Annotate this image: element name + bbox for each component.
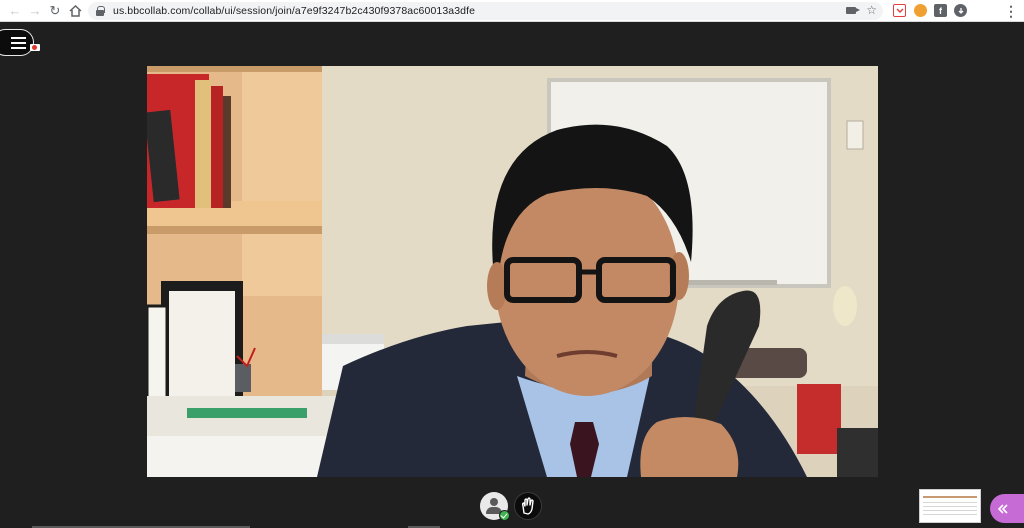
session-menu-button[interactable] <box>0 29 34 56</box>
raise-hand-icon <box>521 497 534 515</box>
cookie-icon[interactable] <box>914 4 927 17</box>
raise-hand-button[interactable] <box>514 492 542 520</box>
participant-video <box>147 66 878 477</box>
url-text[interactable]: us.bbcollab.com/collab/ui/session/join/a… <box>113 5 475 17</box>
reload-icon[interactable]: ↻ <box>47 3 63 19</box>
star-icon[interactable]: ☆ <box>866 4 877 16</box>
kebab-menu-icon[interactable]: ⋮ <box>1003 3 1019 19</box>
avatar-status-icon <box>490 498 498 506</box>
pocket-icon[interactable] <box>893 4 906 17</box>
home-glyph <box>68 5 82 17</box>
address-bar[interactable]: us.bbcollab.com/collab/ui/session/join/a… <box>88 2 883 20</box>
browser-toolbar: ← → ↻ us.bbcollab.com/collab/ui/session/… <box>0 0 1024 22</box>
thumbnail-preview <box>923 496 977 515</box>
content-thumbnail[interactable] <box>919 489 981 523</box>
hamburger-line <box>11 42 26 44</box>
recording-icon <box>30 44 40 51</box>
camera-icon[interactable] <box>846 6 861 14</box>
hamburger-line <box>11 47 26 49</box>
check-icon <box>499 510 510 521</box>
forward-icon[interactable]: → <box>27 3 43 19</box>
back-icon[interactable]: ← <box>7 3 23 19</box>
my-status-button[interactable] <box>480 492 510 521</box>
lock-icon <box>96 6 105 16</box>
open-panel-button[interactable] <box>990 494 1024 523</box>
home-icon[interactable] <box>67 3 83 19</box>
facebook-icon[interactable]: f <box>934 4 947 17</box>
video-frame <box>147 66 878 477</box>
download-icon[interactable] <box>954 4 967 17</box>
double-chevron-left-icon <box>997 503 1008 514</box>
hamburger-icon <box>11 37 26 39</box>
